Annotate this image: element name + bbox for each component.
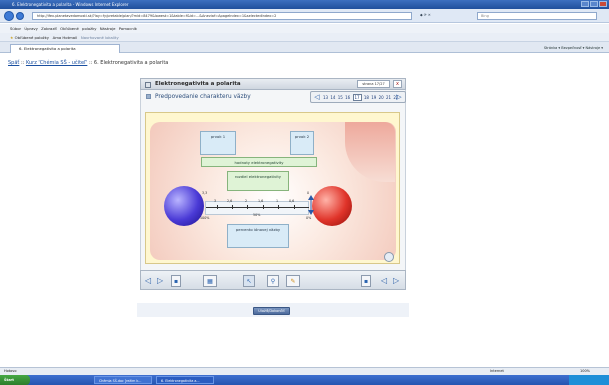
panel-menu-icon[interactable] <box>145 82 151 88</box>
pager-next-icon[interactable]: ▷ <box>395 94 403 102</box>
minimize-button[interactable] <box>581 1 589 7</box>
maximize-button[interactable] <box>590 1 598 7</box>
pager-page[interactable]: 14 <box>330 95 335 100</box>
submit-button[interactable]: Uložiť/Dokončiť <box>253 307 290 315</box>
scale-tick-label: 1 <box>276 199 279 203</box>
pager-page[interactable]: 15 <box>338 95 343 100</box>
pager-numbers: 13 14 15 16 17 18 19 20 21 22 <box>323 94 398 101</box>
pager-page[interactable]: 20 <box>379 95 384 100</box>
taskbar-item-ie[interactable]: 6. Elektronegativita a... <box>156 376 214 384</box>
lesson-subtitle: Predpovedanie charakteru väzby <box>146 94 251 100</box>
toolbar-options-button[interactable]: ▪ <box>361 275 371 287</box>
scale-tick <box>247 205 248 209</box>
menu-item-tools[interactable]: Nástroje <box>100 26 116 31</box>
taskbar: Štart Chémia SŠ.doc [režim k... 6. Elekt… <box>0 375 609 385</box>
toolbar-next-icon[interactable]: ▷ <box>157 275 163 286</box>
element-1-box[interactable]: prvok 1 <box>200 131 236 155</box>
percent-label-mid: 50% <box>253 213 261 217</box>
pager-page[interactable]: 18 <box>364 95 369 100</box>
toolbar-menu-button[interactable]: ▪ <box>171 275 181 287</box>
pager-page-current[interactable]: 17 <box>352 94 362 101</box>
scale-tick-label: 2 <box>245 199 248 203</box>
favorites-bar: ★ Obľúbené položky Ama Hotmail Navrhovan… <box>0 33 609 42</box>
menu-bar: Súbor Úpravy Zobraziť Obľúbené položky N… <box>0 24 609 33</box>
scale-tick-label: 1,6 <box>258 199 264 203</box>
status-text: Hotovo <box>4 369 17 373</box>
menu-item-edit[interactable]: Úpravy <box>24 26 38 31</box>
star-icon: ★ <box>10 35 14 40</box>
search-input[interactable]: Bing <box>477 12 597 20</box>
pager-page[interactable]: 19 <box>371 95 376 100</box>
scale-label-left: 3,3 <box>202 191 208 195</box>
pager-page[interactable]: 13 <box>323 95 328 100</box>
toolbar-prev-icon[interactable]: ◁ <box>145 275 151 286</box>
zone-indicator: Internet <box>490 369 504 373</box>
menu-item-file[interactable]: Súbor <box>10 26 21 31</box>
toolbar-prev2-icon[interactable]: ◁ <box>381 275 387 286</box>
scale-tick-label: 0,6 <box>289 199 295 203</box>
percent-label-left: 100% <box>200 216 210 220</box>
element-2-box[interactable]: prvok 2 <box>290 131 314 155</box>
percent-label-right: 0% <box>306 216 312 220</box>
atom-2-sphere <box>312 186 352 226</box>
scale-tick <box>217 205 218 209</box>
toolbar-next2-icon[interactable]: ▷ <box>393 275 399 286</box>
breadcrumb-back-link[interactable]: Späť <box>8 60 19 66</box>
pager-page[interactable]: 16 <box>345 95 350 100</box>
browser-tab[interactable]: 6. Elektronegativita a polarita <box>10 44 120 53</box>
status-bar: Hotovo Internet 100% <box>0 367 609 375</box>
taskbar-item-word[interactable]: Chémia SŠ.doc [režim k... <box>94 376 152 384</box>
page-indicator: strana 17/27 <box>357 80 390 88</box>
breadcrumb-course-link[interactable]: Kurz 'Chémia SŠ - učiteľ' <box>26 60 87 66</box>
electronegativity-difference-box: rozdiel elektronegativity <box>227 171 289 191</box>
bullet-icon <box>146 94 151 99</box>
subtitle-text: Predpovedanie charakteru väzby <box>155 94 251 100</box>
breadcrumb-current: 6. Elektronegativita a polarita <box>93 60 169 66</box>
tab-bar: 6. Elektronegativita a polarita Stránka … <box>0 42 609 53</box>
favorite-link-hotmail[interactable]: Ama Hotmail <box>53 35 78 40</box>
pager-prev-icon[interactable]: ◁ <box>313 94 321 102</box>
scale-tick <box>294 205 295 209</box>
lesson-toolbar: ◁ ▷ ▪ ▦ ↖ ⚲ ✎ ▪ ◁ ▷ <box>140 270 406 290</box>
favorite-link-suggested[interactable]: Navrhované lokality <box>81 35 119 40</box>
electronegativity-values-box: hodnoty elektronegativity <box>201 157 317 167</box>
scale-tick-label: 2,6 <box>227 199 233 203</box>
panel-close-button[interactable]: x <box>393 80 402 88</box>
scale-tick <box>232 205 233 209</box>
page-pager: ◁ 13 14 15 16 17 18 19 20 21 22 ▷ <box>310 91 406 103</box>
back-icon[interactable] <box>4 11 14 21</box>
breadcrumb: Späť :: Kurz 'Chémia SŠ - učiteľ' :: 6. … <box>8 60 168 66</box>
panel-title: Elektronegativita a polarita <box>155 81 241 87</box>
window-controls <box>581 1 607 7</box>
zoom-level[interactable]: 100% <box>580 368 590 375</box>
refresh-stop-icons[interactable]: ◆ ⟳ ✕ <box>420 13 470 19</box>
forward-icon[interactable] <box>16 12 24 20</box>
breadcrumb-separator: :: <box>88 60 93 66</box>
scale-tick <box>278 205 279 209</box>
scale-slider-marker[interactable] <box>308 195 314 215</box>
address-bar: http://ifex.planetavedomosti.sk/?lay=fy/… <box>0 9 609 23</box>
start-button[interactable]: Štart <box>0 375 30 385</box>
zoom-tool-button[interactable]: ⚲ <box>267 275 279 287</box>
refresh-icon[interactable] <box>384 252 394 262</box>
pager-page[interactable]: 21 <box>386 95 391 100</box>
window-title: 6. Elektronegativita a polarita - Window… <box>0 0 609 9</box>
menu-item-help[interactable]: Pomocník <box>119 26 137 31</box>
command-bar[interactable]: Stránka ▾ Bezpečnosť ▾ Nástroje ▾ <box>544 44 603 52</box>
scale-tick <box>263 205 264 209</box>
menu-item-favorites[interactable]: Obľúbené položky <box>60 26 96 31</box>
scale-tick-label: 3 <box>214 199 217 203</box>
close-window-button[interactable] <box>599 1 607 7</box>
pointer-tool-button[interactable]: ↖ <box>243 275 255 287</box>
breadcrumb-separator: :: <box>20 60 25 66</box>
ionic-bond-percentage-box: percento iónovej väzby <box>227 224 289 248</box>
favorites-button[interactable]: Obľúbené položky <box>15 35 49 40</box>
system-tray <box>569 375 609 385</box>
highlight-tool-button[interactable]: ✎ <box>286 275 300 287</box>
toolbar-window-button[interactable]: ▦ <box>203 275 217 287</box>
atom-1-sphere <box>164 186 204 226</box>
menu-item-view[interactable]: Zobraziť <box>41 26 57 31</box>
url-input[interactable]: http://ifex.planetavedomosti.sk/?lay=fy/… <box>32 12 412 20</box>
